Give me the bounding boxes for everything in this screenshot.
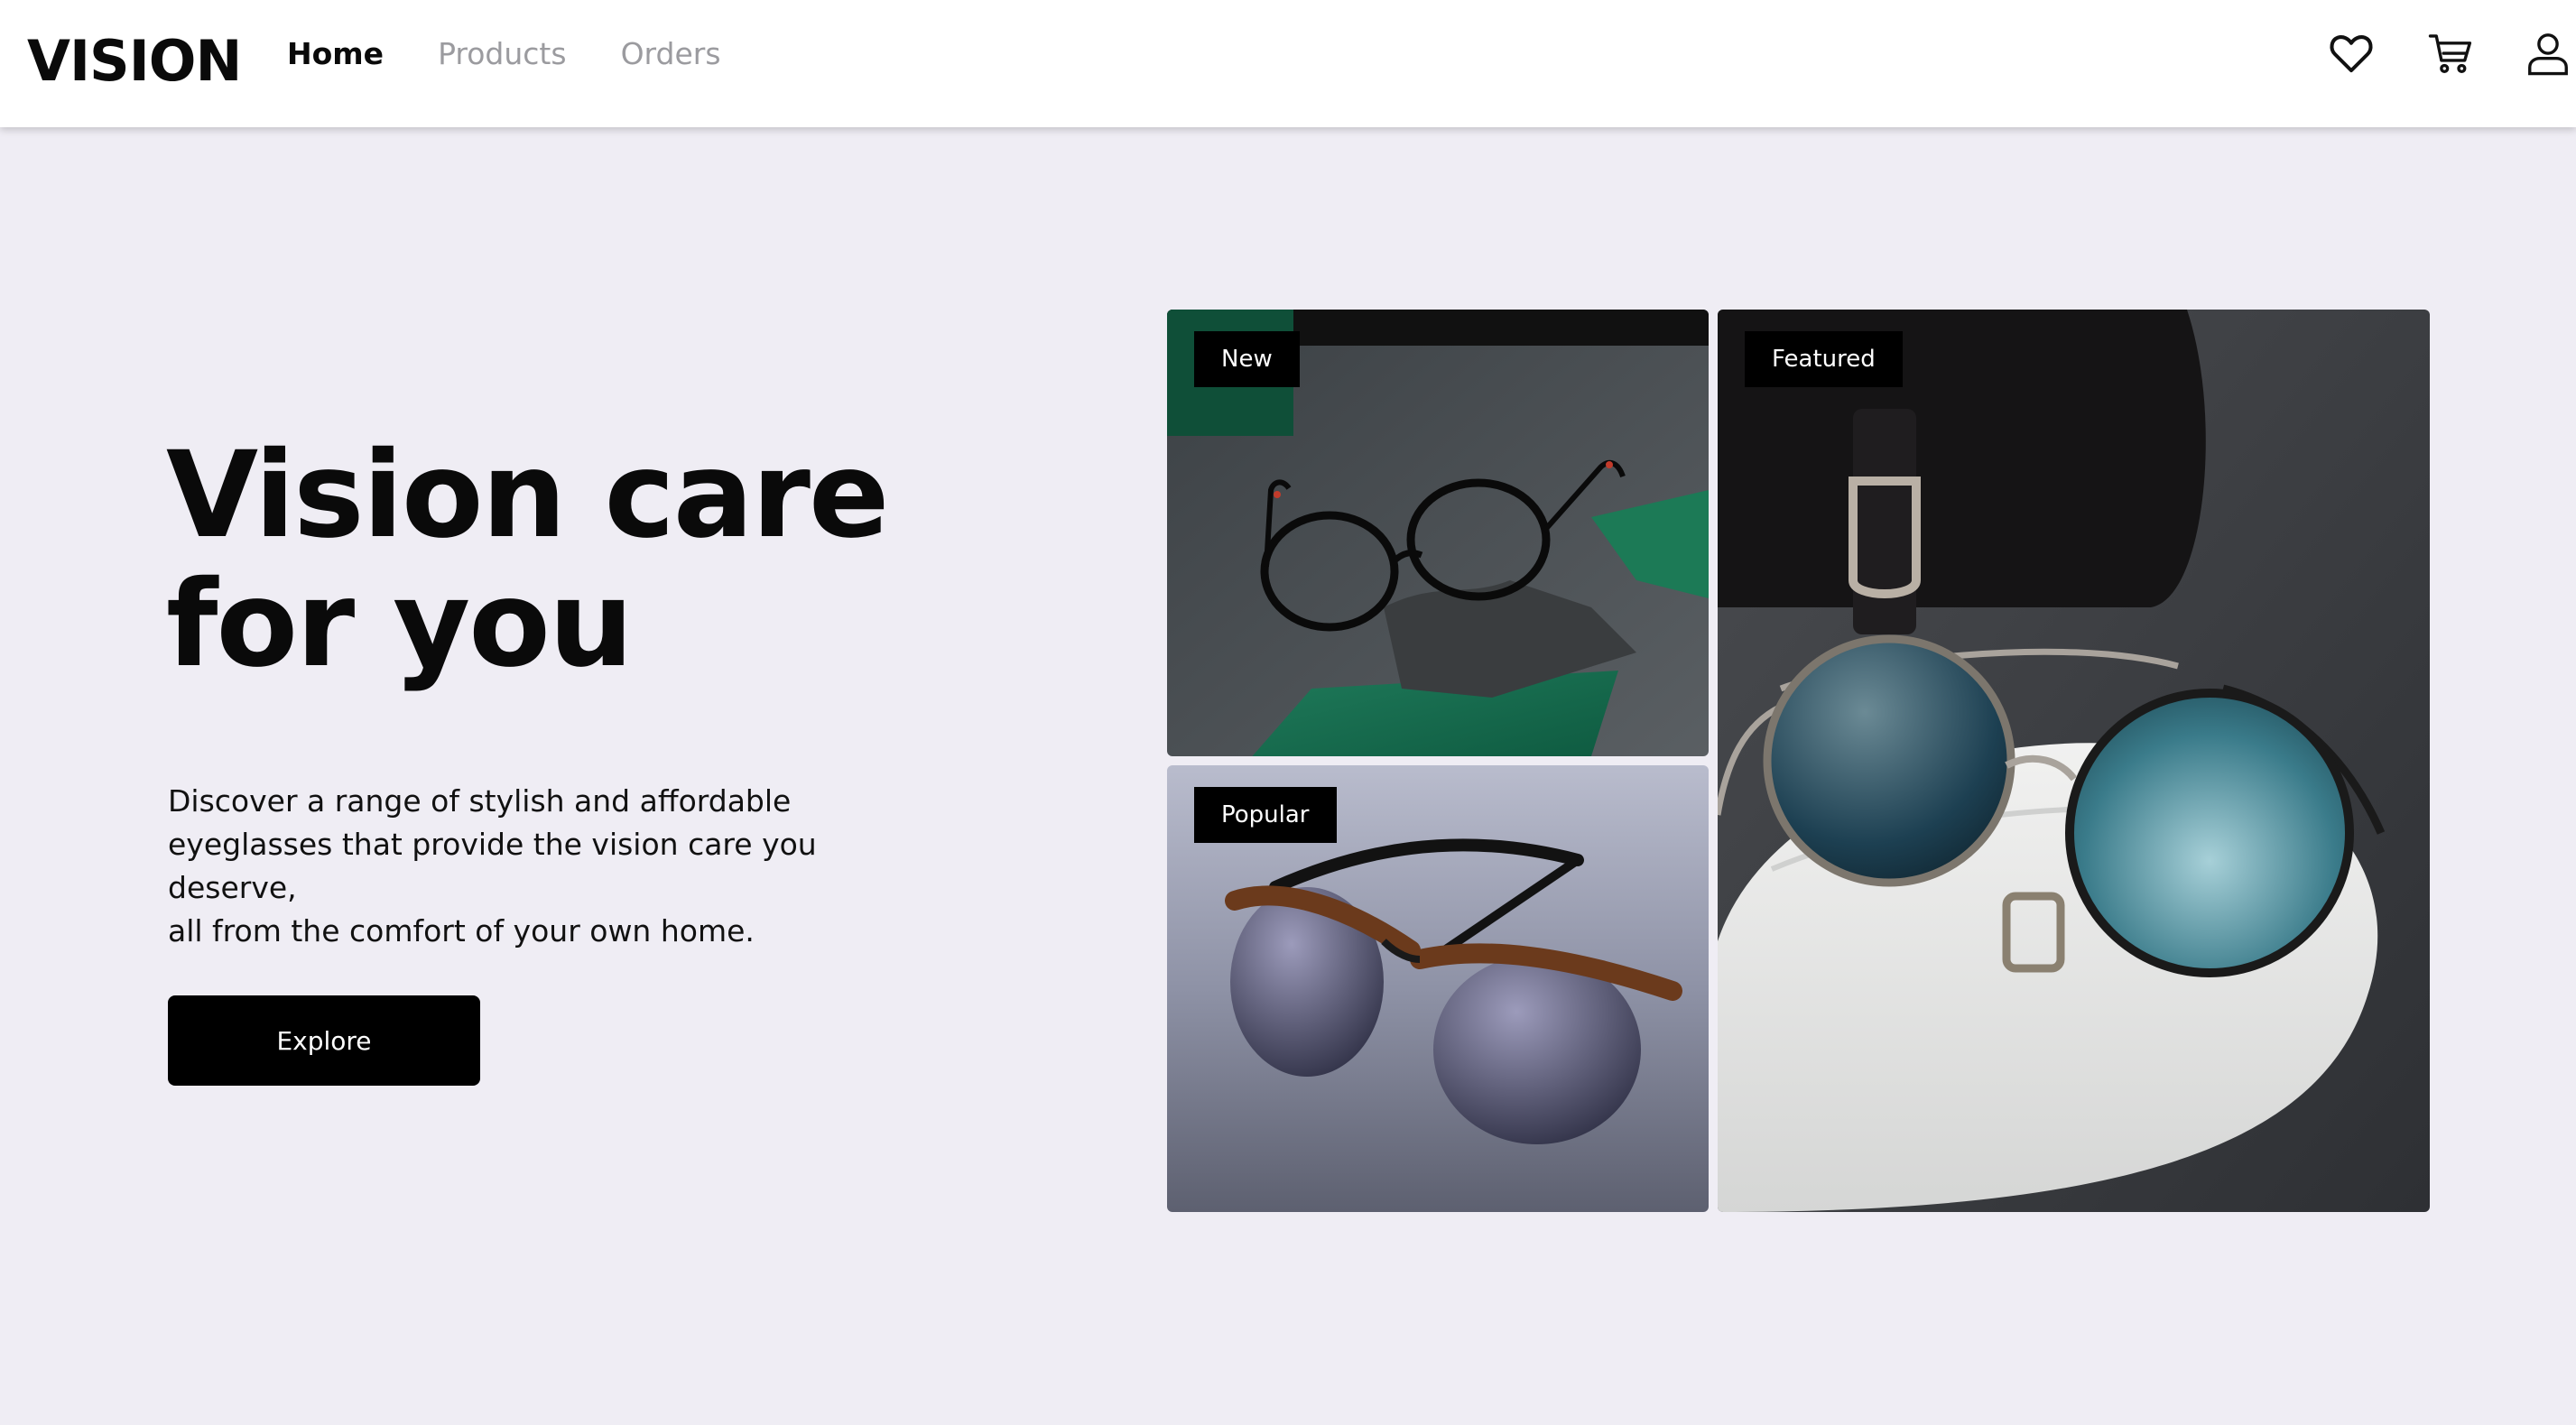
hero-title-line: Vision care <box>166 426 889 565</box>
hero-description: Discover a range of stylish and affordab… <box>168 780 944 953</box>
hero-description-line: Discover a range of stylish and affordab… <box>168 783 792 819</box>
popular-badge: Popular <box>1194 787 1337 843</box>
nav-products-link[interactable]: Products <box>438 34 567 74</box>
gallery-card-featured[interactable]: Featured <box>1718 310 2430 1212</box>
explore-button[interactable]: Explore <box>168 995 480 1086</box>
gallery-card-popular[interactable]: Popular <box>1167 765 1709 1212</box>
hero-title: Vision care for you <box>166 431 978 689</box>
top-header: VISION Home Products Orders <box>0 0 2576 127</box>
new-badge: New <box>1194 331 1300 387</box>
brand-logo[interactable]: VISION <box>27 27 242 96</box>
nav-home-link[interactable]: Home <box>287 34 384 74</box>
nav-orders-link[interactable]: Orders <box>621 34 721 74</box>
user-icon[interactable] <box>2524 29 2572 78</box>
hero-title-line: for you <box>166 555 634 694</box>
gallery-card-new[interactable]: New <box>1167 310 1709 756</box>
cart-icon[interactable] <box>2426 29 2475 78</box>
heart-icon[interactable] <box>2327 29 2376 78</box>
round-sunglasses-photo <box>1718 310 2430 1212</box>
featured-badge: Featured <box>1745 331 1903 387</box>
hero-description-line: eyeglasses that provide the vision care … <box>168 827 817 905</box>
hero-description-line: all from the comfort of your own home. <box>168 913 755 948</box>
main-nav: Home Products Orders <box>287 34 721 74</box>
